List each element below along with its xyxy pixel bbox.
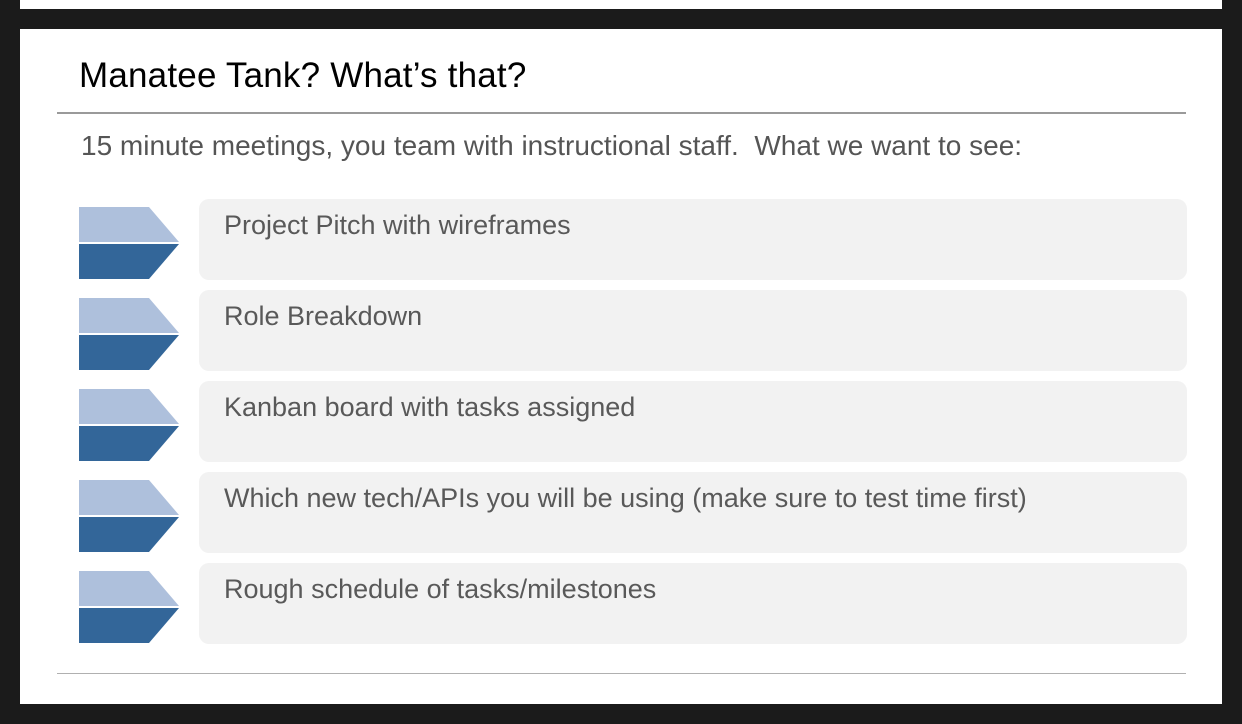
bullet-list: Project Pitch with wireframes Role Break… (79, 199, 1187, 654)
item-label: Kanban board with tasks assigned (224, 392, 636, 422)
bottom-divider (57, 673, 1186, 674)
item-label: Which new tech/APIs you will be using (m… (224, 483, 1027, 513)
item-label: Project Pitch with wireframes (224, 210, 571, 240)
item-box: Role Breakdown (199, 290, 1187, 371)
chevron-bullet-icon (79, 571, 179, 643)
chevron-bullet-icon (79, 389, 179, 461)
item-box: Kanban board with tasks assigned (199, 381, 1187, 462)
item-label: Role Breakdown (224, 301, 423, 331)
item-label: Rough schedule of tasks/milestones (224, 574, 657, 604)
list-item: Role Breakdown (79, 290, 1187, 371)
intro-text: 15 minute meetings, you team with instru… (81, 130, 1023, 161)
title-divider (57, 112, 1186, 114)
list-item: Kanban board with tasks assigned (79, 381, 1187, 462)
chevron-bullet-icon (79, 298, 179, 370)
slide: Manatee Tank? What’s that? 15 minute mee… (20, 29, 1222, 704)
item-box: Project Pitch with wireframes (199, 199, 1187, 280)
list-item: Which new tech/APIs you will be using (m… (79, 472, 1187, 553)
chevron-bullet-icon (79, 480, 179, 552)
item-box: Which new tech/APIs you will be using (m… (199, 472, 1187, 553)
list-item: Rough schedule of tasks/milestones (79, 563, 1187, 644)
list-item: Project Pitch with wireframes (79, 199, 1187, 280)
slide-title: Manatee Tank? What’s that? (79, 56, 527, 95)
previous-slide-edge (20, 0, 1222, 9)
item-box: Rough schedule of tasks/milestones (199, 563, 1187, 644)
chevron-bullet-icon (79, 207, 179, 279)
